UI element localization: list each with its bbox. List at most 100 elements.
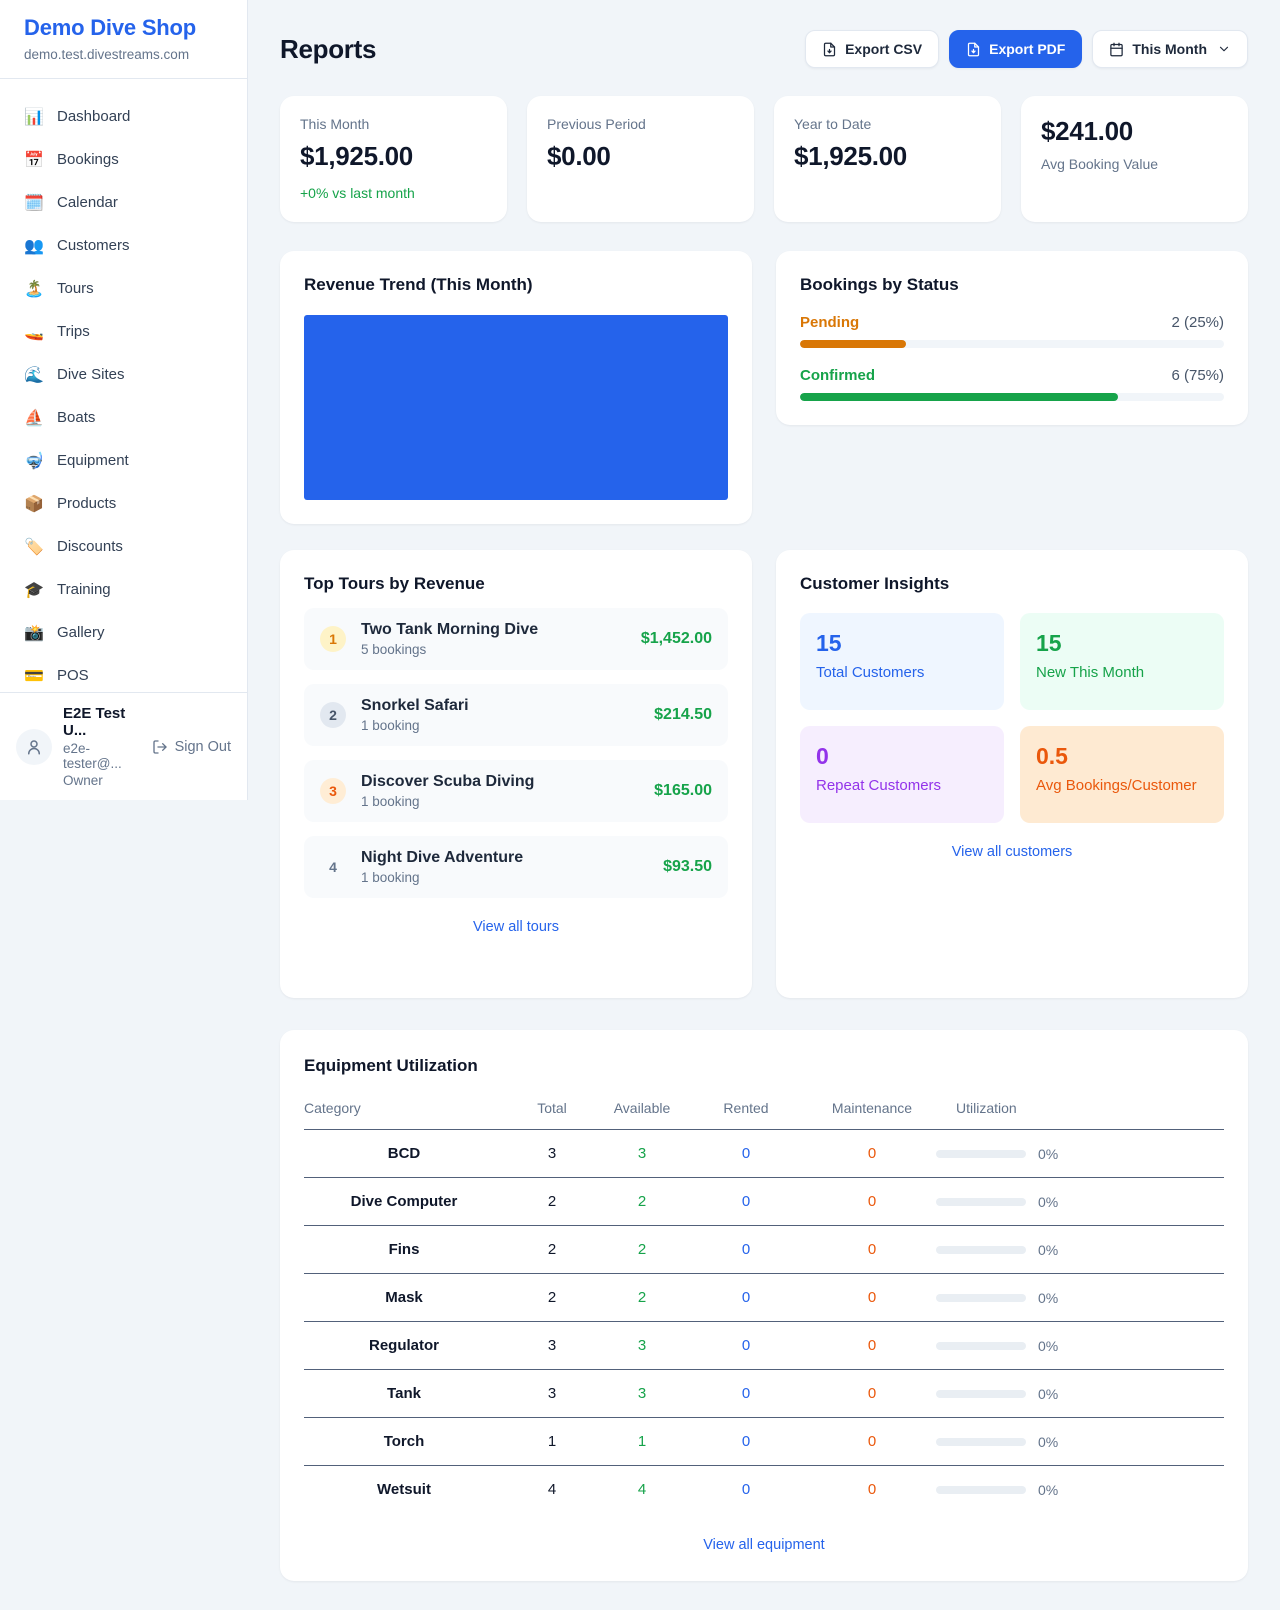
sidebar-item-label: POS: [57, 667, 89, 684]
sidebar-item-boats[interactable]: ⛵ Boats: [8, 396, 239, 439]
sign-out-button[interactable]: Sign Out: [152, 739, 231, 755]
customer-insights-title: Customer Insights: [800, 574, 1224, 594]
sidebar-item-calendar[interactable]: 🗓️ Calendar: [8, 181, 239, 224]
stat-value: $241.00: [1041, 116, 1228, 147]
person-icon: [25, 738, 43, 756]
tile-label: Avg Bookings/Customer: [1036, 777, 1208, 794]
utilization-bar: [936, 1150, 1026, 1158]
column-header-rented: Rented: [684, 1086, 808, 1130]
sidebar-item-pos[interactable]: 💳 POS: [8, 654, 239, 692]
view-all-customers-link[interactable]: View all customers: [800, 844, 1224, 860]
tile-avg-bookings: 0.5 Avg Bookings/Customer: [1020, 726, 1224, 823]
sailboat-icon: ⛵: [24, 408, 44, 428]
sidebar-item-label: Trips: [57, 323, 90, 340]
cell-rented: 0: [684, 1466, 808, 1514]
shop-name: Demo Dive Shop: [24, 15, 223, 41]
status-count-pending: 2 (25%): [1171, 314, 1224, 331]
cell-category: Dive Computer: [304, 1178, 504, 1226]
sidebar-item-bookings[interactable]: 📅 Bookings: [8, 138, 239, 181]
sidebar-item-dive-sites[interactable]: 🌊 Dive Sites: [8, 353, 239, 396]
cell-rented: 0: [684, 1226, 808, 1274]
cell-maintenance: 0: [808, 1322, 936, 1370]
file-download-icon: [966, 42, 981, 57]
cell-rented: 0: [684, 1322, 808, 1370]
tile-value: 15: [816, 630, 988, 657]
sidebar-item-products[interactable]: 📦 Products: [8, 482, 239, 525]
tile-value: 15: [1036, 630, 1208, 657]
status-count-confirmed: 6 (75%): [1171, 367, 1224, 384]
status-label-confirmed: Confirmed: [800, 367, 875, 384]
stat-card-this-month: This Month $1,925.00 +0% vs last month: [280, 96, 507, 222]
sidebar-item-tours[interactable]: 🏝️ Tours: [8, 267, 239, 310]
sidebar-item-label: Dive Sites: [57, 366, 125, 383]
utilization-label: 0%: [1038, 1290, 1058, 1306]
tile-value: 0: [816, 743, 988, 770]
progress-track: [800, 393, 1224, 401]
sidebar-item-label: Boats: [57, 409, 95, 426]
spiral-calendar-icon: 🗓️: [24, 193, 44, 213]
sidebar-item-trips[interactable]: 🚤 Trips: [8, 310, 239, 353]
graduation-cap-icon: 🎓: [24, 580, 44, 600]
equipment-utilization-card: Equipment Utilization Category Total Ava…: [280, 1030, 1248, 1581]
customer-insights-card: Customer Insights 15 Total Customers 15 …: [776, 550, 1248, 998]
table-row: Dive Computer 2 2 0 0 0%: [304, 1178, 1224, 1226]
tour-name: Discover Scuba Diving: [361, 773, 534, 791]
cell-utilization: 0%: [936, 1466, 1224, 1514]
sidebar-item-training[interactable]: 🎓 Training: [8, 568, 239, 611]
insight-grid: 15 Total Customers 15 New This Month 0 R…: [800, 613, 1224, 823]
utilization-label: 0%: [1038, 1194, 1058, 1210]
stat-label: Avg Booking Value: [1041, 156, 1228, 172]
utilization-bar: [936, 1294, 1026, 1302]
cell-rented: 0: [684, 1370, 808, 1418]
tour-name: Snorkel Safari: [361, 697, 469, 715]
sidebar-item-label: Bookings: [57, 151, 119, 168]
cell-maintenance: 0: [808, 1370, 936, 1418]
calendar-icon: 📅: [24, 150, 44, 170]
utilization-label: 0%: [1038, 1434, 1058, 1450]
sidebar-item-equipment[interactable]: 🤿 Equipment: [8, 439, 239, 482]
cell-category: Fins: [304, 1226, 504, 1274]
column-header-category: Category: [304, 1086, 504, 1130]
export-csv-button[interactable]: Export CSV: [805, 30, 939, 68]
revenue-trend-title: Revenue Trend (This Month): [304, 275, 728, 295]
package-icon: 📦: [24, 494, 44, 514]
table-row: Wetsuit 4 4 0 0 0%: [304, 1466, 1224, 1514]
view-all-equipment-link[interactable]: View all equipment: [304, 1537, 1224, 1553]
status-row-pending: Pending 2 (25%): [800, 314, 1224, 348]
chevron-down-icon: [1217, 42, 1231, 56]
sign-out-label: Sign Out: [175, 739, 231, 755]
export-csv-label: Export CSV: [845, 41, 922, 57]
export-pdf-button[interactable]: Export PDF: [949, 30, 1082, 68]
stat-card-year-to-date: Year to Date $1,925.00: [774, 96, 1001, 222]
tour-text: Discover Scuba Diving 1 booking: [361, 773, 534, 809]
cell-available: 2: [600, 1226, 684, 1274]
sidebar-item-discounts[interactable]: 🏷️ Discounts: [8, 525, 239, 568]
cell-available: 1: [600, 1418, 684, 1466]
camera-icon: 📸: [24, 623, 44, 643]
sidebar-item-dashboard[interactable]: 📊 Dashboard: [8, 95, 239, 138]
sidebar-item-label: Calendar: [57, 194, 118, 211]
sidebar-item-gallery[interactable]: 📸 Gallery: [8, 611, 239, 654]
view-all-tours-link[interactable]: View all tours: [304, 919, 728, 935]
cell-available: 3: [600, 1322, 684, 1370]
calendar-icon: [1109, 42, 1124, 57]
cell-total: 3: [504, 1322, 600, 1370]
cell-maintenance: 0: [808, 1226, 936, 1274]
cell-category: Torch: [304, 1418, 504, 1466]
table-row: BCD 3 3 0 0 0%: [304, 1130, 1224, 1178]
equipment-table: Category Total Available Rented Maintena…: [304, 1086, 1224, 1513]
user-info: E2E Test U... e2e-tester@... Owner: [63, 705, 141, 788]
period-dropdown[interactable]: This Month: [1092, 30, 1248, 68]
cell-category: BCD: [304, 1130, 504, 1178]
sidebar-item-customers[interactable]: 👥 Customers: [8, 224, 239, 267]
avatar: [16, 729, 52, 765]
brand: Demo Dive Shop demo.test.divestreams.com: [0, 0, 247, 79]
cell-utilization: 0%: [936, 1418, 1224, 1466]
insights-row: Top Tours by Revenue 1 Two Tank Morning …: [280, 550, 1248, 998]
cell-category: Tank: [304, 1370, 504, 1418]
cell-rented: 0: [684, 1418, 808, 1466]
status-row-confirmed: Confirmed 6 (75%): [800, 367, 1224, 401]
equipment-utilization-title: Equipment Utilization: [304, 1056, 1224, 1076]
stat-value: $0.00: [547, 141, 734, 172]
cell-utilization: 0%: [936, 1370, 1224, 1418]
